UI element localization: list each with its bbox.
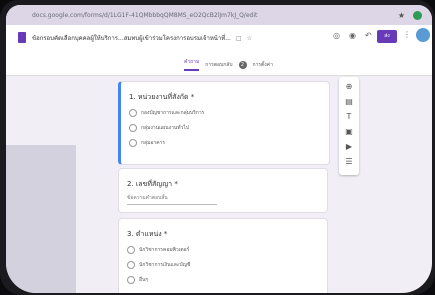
- question-title: 1. หน่วยงานที่สังกัด *: [129, 93, 195, 101]
- option-item[interactable]: อื่นๆ: [127, 276, 148, 284]
- forms-logo-icon[interactable]: [18, 32, 26, 43]
- question-card-3[interactable]: 3. ตำแหน่ง * นักวิชาการคอมพิวเตอร์ นักวิ…: [118, 218, 328, 293]
- question-card-2[interactable]: 2. เลขที่สัญญา * ข้อความคำตอบสั้น: [118, 168, 328, 213]
- undo-icon[interactable]: ↶: [365, 31, 372, 40]
- star-icon[interactable]: ☆: [246, 35, 251, 42]
- url-text[interactable]: docs.google.com/forms/d/1LG1F-41QMbbbqQM…: [32, 12, 398, 19]
- send-button[interactable]: ส่ง: [377, 30, 397, 43]
- tab-questions[interactable]: คำถาม: [184, 58, 200, 71]
- add-video-icon[interactable]: ▶: [344, 142, 354, 152]
- add-image-icon[interactable]: ▣: [344, 127, 354, 137]
- profile-avatar[interactable]: [413, 10, 422, 20]
- more-options-icon[interactable]: ⋮: [403, 30, 411, 39]
- left-reflection-area: [6, 145, 76, 293]
- radio-icon[interactable]: [127, 261, 135, 269]
- tab-settings[interactable]: การตั้งค่า: [253, 61, 273, 69]
- tab-responses[interactable]: การตอบกลับ: [205, 61, 232, 69]
- responses-count-badge: 2: [238, 60, 247, 69]
- forms-header: ข้อกรอบคัดเลือกบุคคลผู้ให้บริการ...สมทบผ…: [6, 25, 432, 76]
- question-title: 3. ตำแหน่ง *: [127, 230, 168, 238]
- radio-icon[interactable]: [129, 109, 137, 117]
- import-questions-icon[interactable]: ▤: [344, 97, 354, 107]
- question-card-1[interactable]: 1. หน่วยงานที่สังกัด * กองบัญชาการและกลุ…: [118, 81, 330, 165]
- option-item[interactable]: กองบัญชาการและกลุ่มบริการ: [129, 109, 204, 117]
- form-tabs: คำถาม การตอบกลับ 2 การตั้งค่า: [184, 58, 273, 71]
- option-item[interactable]: กลุ่มงานแผนงานทั่วไป: [129, 124, 189, 132]
- radio-icon[interactable]: [129, 139, 137, 147]
- option-item[interactable]: นักวิชาการคอมพิวเตอร์: [127, 246, 189, 254]
- radio-icon[interactable]: [127, 246, 135, 254]
- browser-window: docs.google.com/forms/d/1LG1F-41QMbbbqQM…: [6, 5, 432, 293]
- floating-toolbar: ⊕ ▤ T ▣ ▶ ☰: [339, 77, 359, 175]
- question-title: 2. เลขที่สัญญา *: [127, 180, 178, 188]
- add-section-icon[interactable]: ☰: [344, 157, 354, 167]
- bookmark-icon[interactable]: ★: [398, 11, 405, 20]
- add-question-icon[interactable]: ⊕: [344, 82, 354, 92]
- add-title-icon[interactable]: T: [344, 112, 354, 122]
- device-bezel: docs.google.com/forms/d/1LG1F-41QMbbbqQM…: [0, 0, 435, 295]
- folder-icon[interactable]: □: [236, 35, 242, 42]
- form-title[interactable]: ข้อกรอบคัดเลือกบุคคลผู้ให้บริการ...สมทบผ…: [32, 33, 252, 43]
- option-item[interactable]: กลุ่มอาคาร: [129, 139, 165, 147]
- address-bar[interactable]: docs.google.com/forms/d/1LG1F-41QMbbbqQM…: [6, 5, 432, 25]
- palette-icon[interactable]: ◎: [333, 31, 340, 40]
- short-answer-field[interactable]: ข้อความคำตอบสั้น: [127, 194, 217, 205]
- option-item[interactable]: นักวิชาการเงินและบัญชี: [127, 261, 190, 269]
- radio-icon[interactable]: [127, 276, 135, 284]
- preview-icon[interactable]: ◉: [349, 31, 356, 40]
- account-avatar[interactable]: [416, 28, 430, 42]
- radio-icon[interactable]: [129, 124, 137, 132]
